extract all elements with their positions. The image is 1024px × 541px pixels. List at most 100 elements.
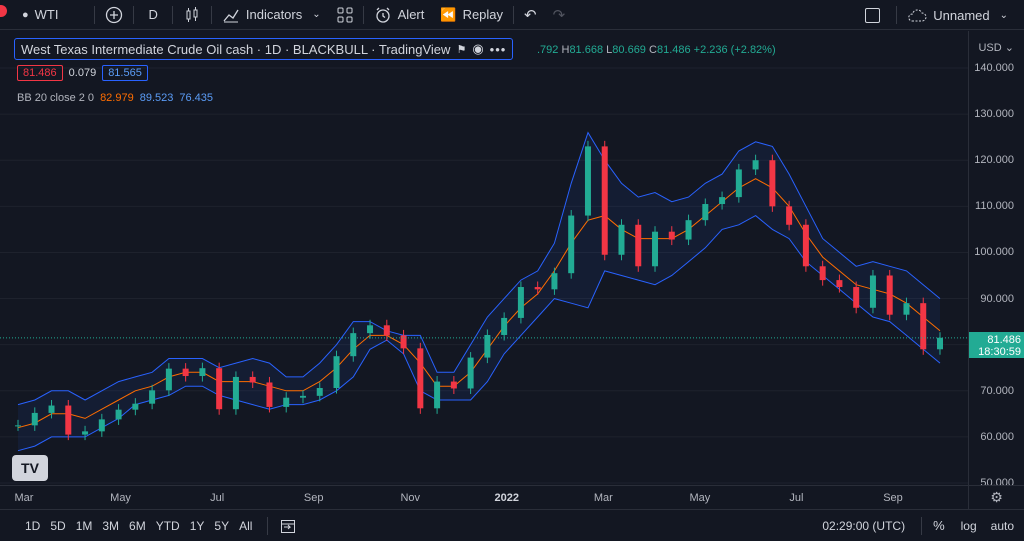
right-tools: Unnamed ⌄ bbox=[857, 0, 1024, 30]
candle-body bbox=[115, 409, 122, 420]
divider bbox=[171, 5, 173, 24]
close-value: 81.486 bbox=[656, 44, 691, 56]
legend-title[interactable]: West Texas Intermediate Crude Oil cash ·… bbox=[14, 38, 514, 60]
bid-box[interactable]: 81.486 bbox=[17, 65, 63, 81]
candle-body bbox=[484, 334, 491, 358]
range-button[interactable]: 5D bbox=[45, 519, 70, 533]
divider bbox=[921, 516, 923, 535]
divider bbox=[94, 5, 96, 24]
price-tick: 120.000 bbox=[974, 154, 1014, 167]
candle-body bbox=[501, 317, 508, 335]
range-button[interactable]: 1M bbox=[71, 519, 98, 533]
symbol-search[interactable]: ● WTI bbox=[0, 0, 66, 30]
candle-body bbox=[199, 368, 206, 377]
bid-ask: 81.486 0.079 81.565 bbox=[17, 65, 148, 81]
range-button[interactable]: All bbox=[234, 519, 257, 533]
ohlc-values: .792 H81.668 L80.669 C81.486 +2.236 (+2.… bbox=[537, 44, 776, 56]
log-toggle[interactable]: log bbox=[954, 519, 984, 533]
candle-body bbox=[869, 275, 876, 308]
candle-body bbox=[769, 160, 776, 207]
candle-body bbox=[735, 169, 742, 198]
range-buttons: 1D 5D 1M 3M 6M YTD 1Y 5Y All bbox=[0, 519, 257, 533]
candle-body bbox=[182, 368, 189, 377]
interval-button[interactable]: D bbox=[136, 0, 169, 30]
range-button[interactable]: 1Y bbox=[185, 519, 210, 533]
layout-name: Unnamed bbox=[933, 7, 990, 23]
price-tick: 130.000 bbox=[974, 108, 1014, 121]
divider bbox=[896, 6, 898, 24]
candle-body bbox=[836, 280, 843, 288]
time-tick: May bbox=[110, 492, 131, 504]
candle-body bbox=[568, 215, 575, 274]
candle-body bbox=[534, 287, 541, 290]
candle-body bbox=[82, 431, 89, 435]
open-value: .792 bbox=[537, 44, 559, 56]
range-button[interactable]: 6M bbox=[124, 519, 151, 533]
candle-body bbox=[702, 204, 709, 221]
redo-button[interactable]: ↷ bbox=[545, 0, 574, 30]
droplet-icon: ● bbox=[22, 8, 29, 21]
undo-icon: ↶ bbox=[524, 6, 537, 24]
candle-body bbox=[165, 368, 172, 391]
divider bbox=[133, 5, 135, 24]
cloud-icon bbox=[908, 9, 927, 22]
candle-body bbox=[98, 419, 105, 432]
bb-band-fill bbox=[18, 132, 940, 451]
bb-lower-value: 76.435 bbox=[179, 92, 214, 104]
candle-body bbox=[719, 197, 726, 205]
save-layout-button[interactable]: Unnamed ⌄ bbox=[899, 0, 1024, 30]
divider bbox=[362, 5, 364, 24]
utc-clock[interactable]: 02:29:00 (UTC) bbox=[822, 519, 919, 533]
redo-icon: ↷ bbox=[552, 6, 566, 24]
change-value: +2.236 (+2.82%) bbox=[693, 44, 776, 56]
high-value: 81.668 bbox=[569, 44, 604, 56]
undo-button[interactable]: ↶ bbox=[516, 0, 545, 30]
symbol-label: WTI bbox=[34, 7, 59, 22]
more-icon[interactable]: ••• bbox=[490, 42, 507, 57]
candle-body bbox=[216, 368, 223, 410]
percent-toggle[interactable]: % bbox=[924, 518, 954, 533]
bb-legend[interactable]: BB 20 close 2 0 82.979 89.523 76.435 bbox=[17, 92, 213, 104]
range-button[interactable]: 3M bbox=[97, 519, 124, 533]
range-button[interactable]: 1D bbox=[20, 519, 45, 533]
bar-countdown: 18:30:59 bbox=[978, 345, 1021, 358]
auto-toggle[interactable]: auto bbox=[984, 519, 1024, 533]
rewind-icon: ⏪ bbox=[440, 6, 457, 22]
bb-basis-value: 82.979 bbox=[100, 92, 134, 104]
templates-button[interactable] bbox=[329, 0, 361, 30]
replay-button[interactable]: ⏪ Replay bbox=[432, 0, 511, 30]
candle-body bbox=[786, 206, 793, 225]
goto-date-button[interactable] bbox=[270, 511, 306, 541]
ask-box[interactable]: 81.565 bbox=[102, 65, 148, 81]
symbol-description: West Texas Intermediate Crude Oil cash ·… bbox=[21, 41, 451, 57]
bb-name: BB 20 close 2 0 bbox=[17, 92, 95, 104]
time-tick: May bbox=[689, 492, 711, 504]
divider bbox=[210, 5, 212, 24]
range-button[interactable]: YTD bbox=[151, 519, 185, 533]
indicators-button[interactable]: Indicators ⌄ bbox=[214, 0, 329, 30]
candle-body bbox=[450, 381, 457, 389]
price-axis[interactable]: USD ⌄ 140.000 130.000 120.000 110.000 100.00… bbox=[968, 31, 1024, 489]
candle-body bbox=[886, 275, 893, 315]
compare-button[interactable] bbox=[97, 0, 131, 30]
time-axis[interactable]: Mar May Jul Sep Nov 2022 Mar May Jul Sep bbox=[0, 485, 968, 509]
candle-body bbox=[467, 357, 474, 389]
alert-button[interactable]: Alert bbox=[366, 0, 433, 30]
tradingview-logo[interactable]: TV bbox=[12, 455, 48, 481]
eye-icon[interactable]: ◉ bbox=[472, 41, 483, 57]
settings-corner[interactable]: ⚙ bbox=[968, 485, 1024, 509]
price-tick: 100.000 bbox=[974, 246, 1014, 259]
layout-button[interactable] bbox=[857, 0, 894, 30]
chart-type-button[interactable] bbox=[175, 0, 209, 30]
flag-icon[interactable]: ⚑ bbox=[456, 43, 466, 56]
currency-label[interactable]: USD ⌄ bbox=[978, 41, 1014, 54]
bottom-right: 02:29:00 (UTC) % log auto bbox=[822, 510, 1024, 541]
gear-icon[interactable]: ⚙ bbox=[990, 489, 1003, 506]
candle-body bbox=[802, 224, 809, 267]
candle-body bbox=[652, 231, 659, 267]
price-tick: 110.000 bbox=[975, 200, 1014, 213]
candle-body bbox=[417, 348, 424, 409]
candle-body bbox=[584, 146, 591, 216]
time-tick: Mar bbox=[14, 492, 34, 504]
range-button[interactable]: 5Y bbox=[209, 519, 234, 533]
